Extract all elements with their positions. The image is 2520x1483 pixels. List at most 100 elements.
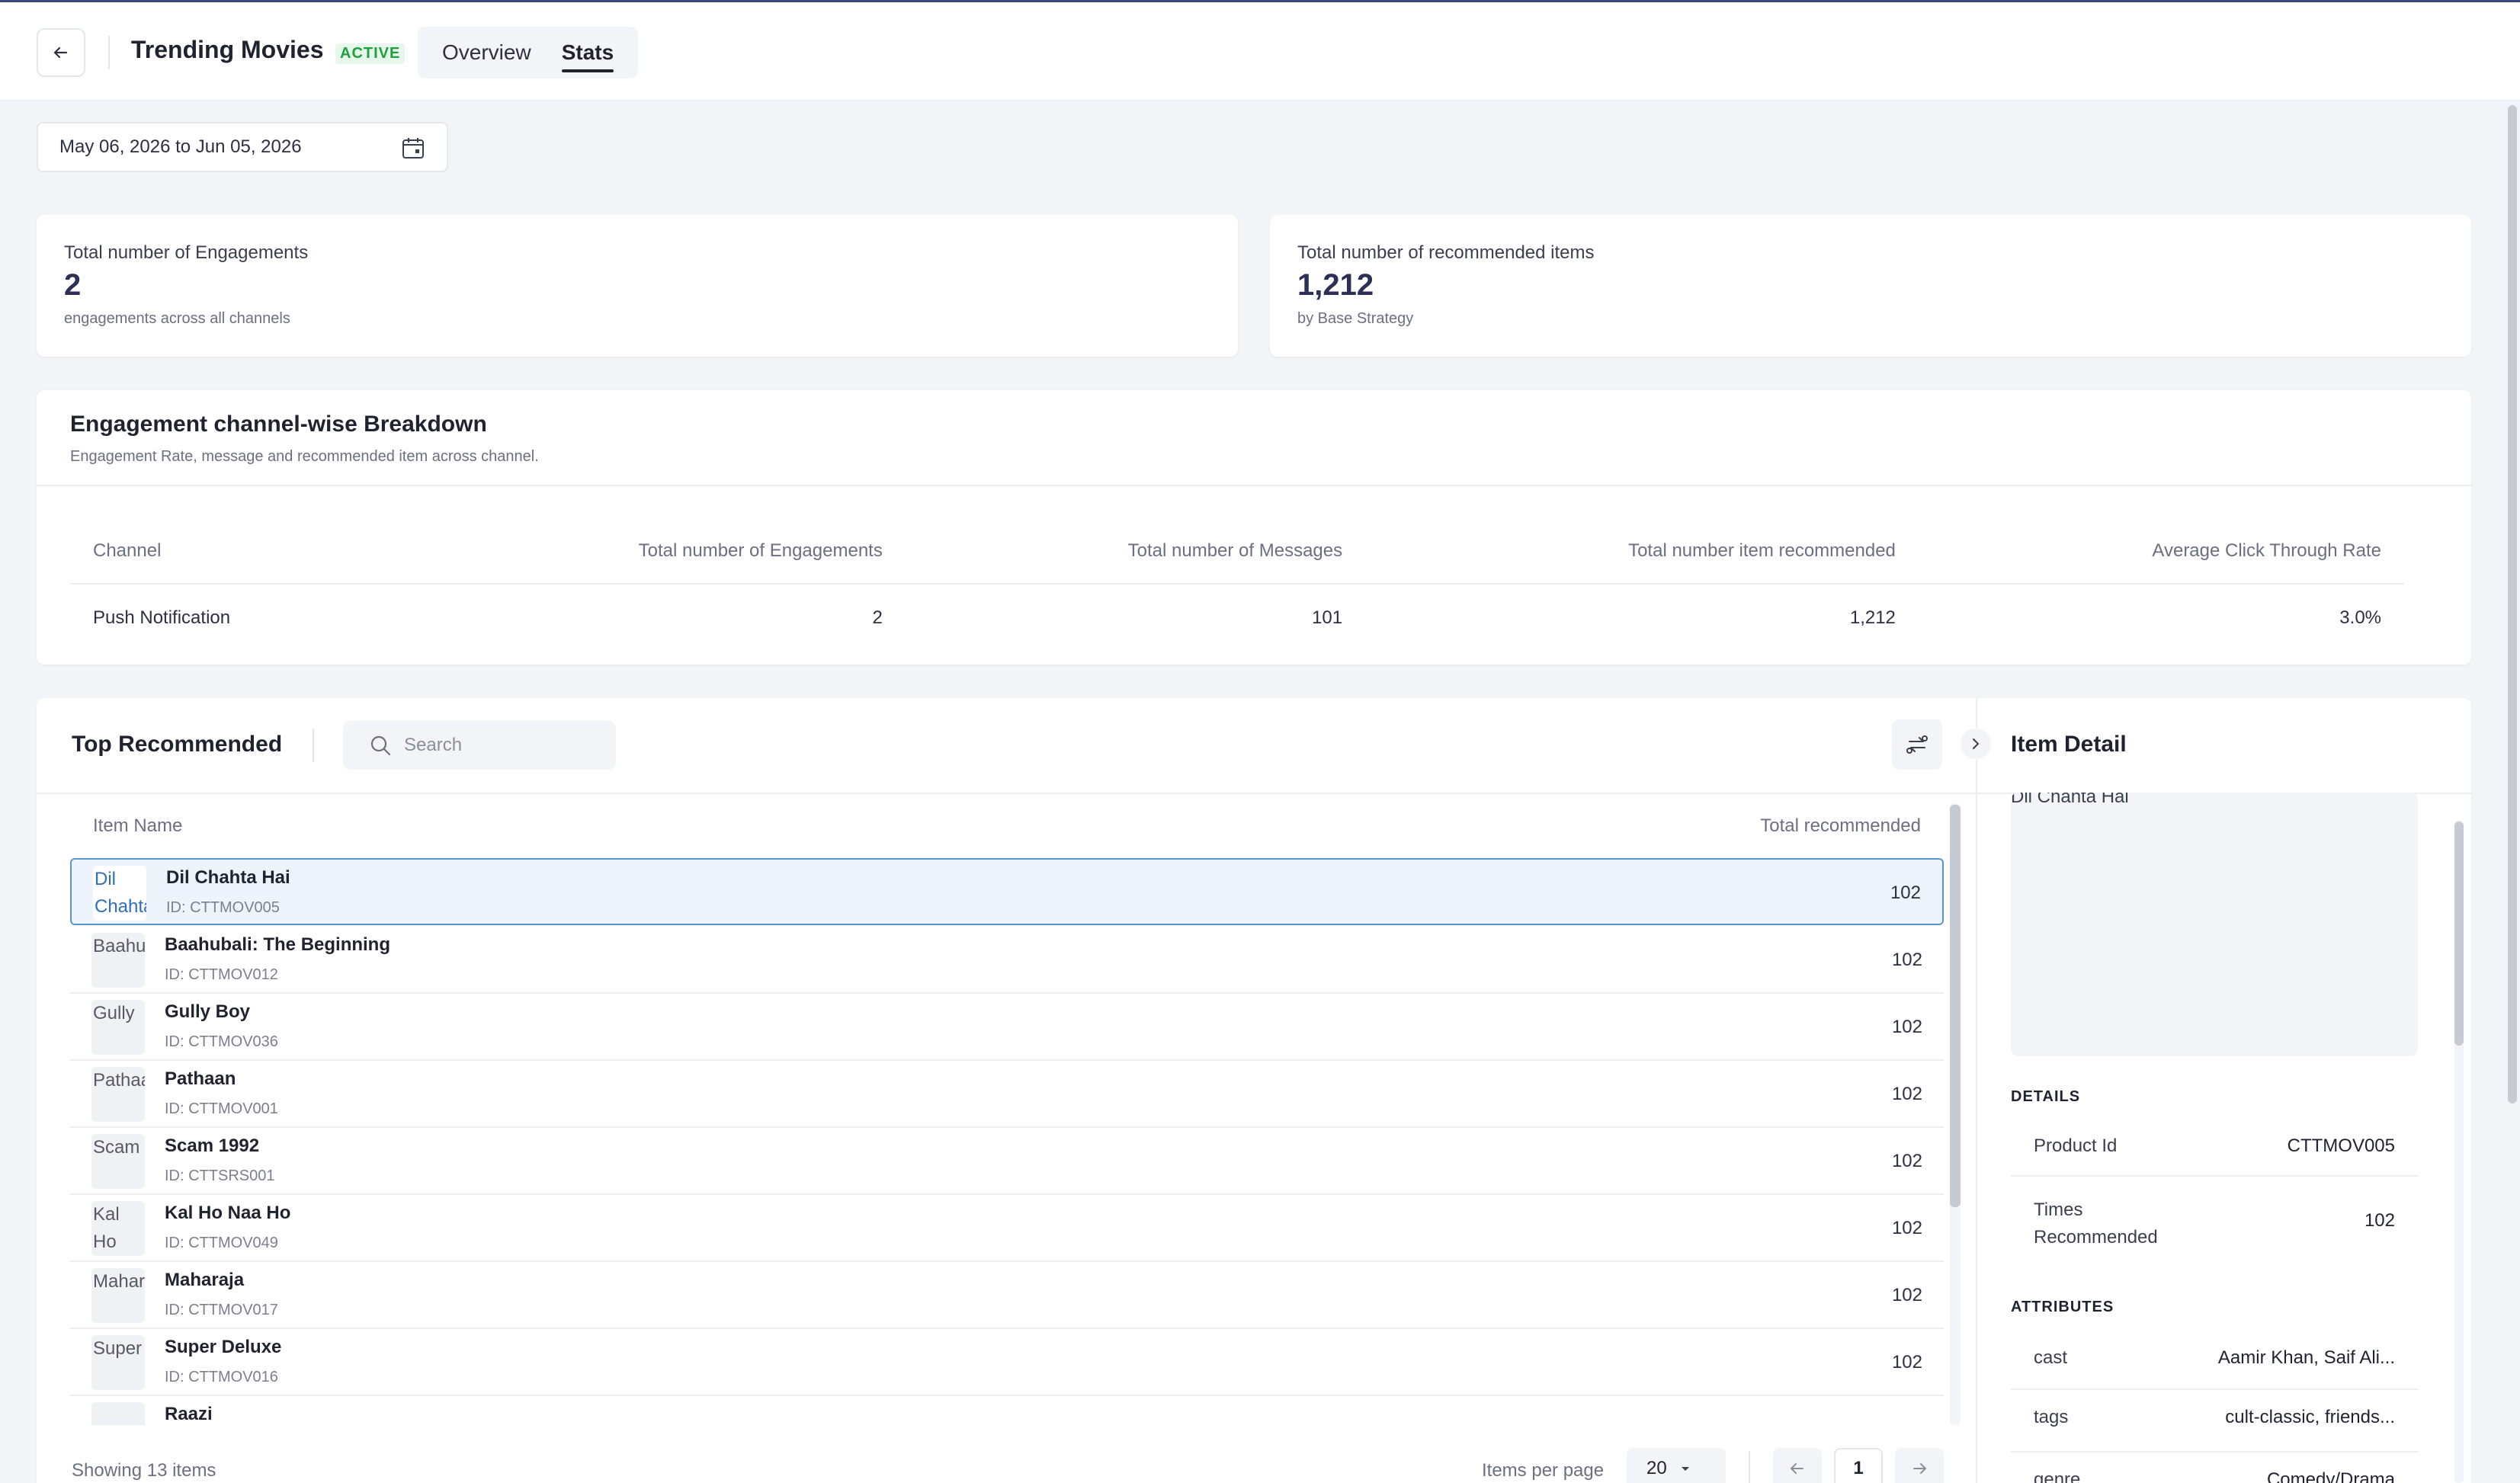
tab-stats[interactable]: Stats	[547, 27, 629, 78]
divider	[108, 36, 110, 69]
recommended-sub: by Base Strategy	[1297, 310, 1414, 327]
attribute-key: genre	[2034, 1469, 2081, 1483]
table-row: Push Notification 2 101 1,212 3.0%	[70, 584, 2404, 651]
showing-count: Showing 13 items	[72, 1460, 216, 1481]
attribute-row-cast: cast Aamir Khan, Saif Ali...	[2011, 1331, 2418, 1390]
product-id-value: CTTMOV005	[2287, 1135, 2395, 1156]
ctr-cell: 3.0%	[2339, 607, 2381, 628]
list-item[interactable]: Gully Gully Boy ID: CTTMOV036 102	[70, 994, 1944, 1061]
list-item[interactable]: Kal Ho Kal Ho Naa Ho ID: CTTMOV049 102	[70, 1195, 1944, 1262]
arrow-left-icon	[53, 46, 68, 59]
search-icon	[370, 735, 391, 756]
recommended-card: Total number of recommended items 1,212 …	[1270, 215, 2471, 357]
list-item[interactable]: Baahu Baahubali: The Beginning ID: CTTMO…	[70, 927, 1944, 994]
chevron-right-icon	[1973, 738, 1980, 749]
items-per-page-select[interactable]: 20	[1627, 1448, 1726, 1483]
item-detail-title: Item Detail	[2011, 732, 2127, 757]
recommended-value: 1,212	[1297, 268, 1374, 302]
engagements-sub: engagements across all channels	[64, 310, 290, 327]
table-header-row: Channel Total number of Engagements Tota…	[70, 518, 2404, 585]
arrow-left-icon	[1790, 1463, 1803, 1474]
item-count: 102	[1891, 950, 1922, 970]
item-thumbnail: Pathaa	[91, 1067, 145, 1122]
divider	[1749, 1451, 1750, 1483]
list-item[interactable]: Super Super Deluxe ID: CTTMOV016 102	[70, 1329, 1944, 1396]
item-id: ID: CTTSRS001	[165, 1168, 275, 1184]
attribute-row-genre: genre Comedy/Drama	[2011, 1453, 2418, 1483]
tab-overview[interactable]: Overview	[427, 27, 547, 78]
top-recommended-title: Top Recommended	[72, 732, 283, 757]
search-input[interactable]: Search	[343, 721, 616, 770]
list-item[interactable]: Scam Scam 1992 ID: CTTSRS001 102	[70, 1128, 1944, 1195]
caret-down-icon	[1681, 1467, 1689, 1471]
page-title: Trending Movies	[131, 36, 324, 63]
swap-button[interactable]	[1892, 719, 1942, 770]
item-count: 102	[1891, 1017, 1922, 1037]
item-name: Gully Boy	[165, 1001, 251, 1022]
page-scrollbar-thumb[interactable]	[2508, 105, 2517, 1103]
item-id: ID: CTTMOV049	[165, 1235, 278, 1251]
attribute-key: tags	[2034, 1407, 2069, 1427]
product-id-label: Product Id	[2034, 1135, 2118, 1156]
engagements-label: Total number of Engagements	[64, 242, 309, 263]
column-header: Total number of Engagements	[393, 518, 906, 585]
item-name: Maharaja	[165, 1270, 245, 1290]
times-recommended-row: Times Recommended 102	[2011, 1177, 2418, 1264]
item-count: 102	[1891, 1352, 1922, 1372]
collapse-panel-button[interactable]	[1961, 729, 1991, 759]
attribute-key: cast	[2034, 1347, 2068, 1368]
item-thumbnail: Scam	[91, 1134, 145, 1189]
recommended-label: Total number of recommended items	[1297, 242, 1595, 263]
items-cell: 1,212	[1849, 607, 1896, 628]
item-name: Scam 1992	[165, 1135, 260, 1156]
item-id: ID: CTTMOV017	[165, 1302, 278, 1318]
item-id: ID: CTTMOV012	[165, 966, 278, 983]
list-item[interactable]: Mahar Maharaja ID: CTTMOV017 102	[70, 1262, 1944, 1329]
prev-page-button[interactable]	[1773, 1448, 1822, 1483]
item-count: 102	[1891, 1285, 1922, 1305]
attribute-value: Aamir Khan, Saif Ali...	[2217, 1347, 2395, 1368]
list-item[interactable]: Dil Chahta Dil Chahta Hai ID: CTTMOV005 …	[70, 858, 1944, 925]
top-bar: Trending Movies ACTIVE Overview Stats	[0, 0, 2520, 101]
item-count: 102	[1891, 1151, 1922, 1171]
swap-arrows-icon	[1906, 735, 1928, 754]
item-id: ID: CTTMOV016	[165, 1369, 278, 1385]
times-recommended-label: Times Recommended	[2034, 1200, 2158, 1248]
current-page[interactable]: 1	[1834, 1448, 1883, 1483]
item-thumbnail: Mahar	[91, 1268, 145, 1323]
breakdown-subtitle: Engagement Rate, message and recommended…	[70, 448, 539, 465]
item-id: ID: CTTMOV005	[166, 899, 280, 916]
detail-panel-divider	[1976, 698, 1977, 1483]
column-header: Total number of Messages	[905, 518, 1366, 585]
list-scrollbar-thumb[interactable]	[1950, 805, 1961, 1207]
item-thumbnail: Super	[91, 1335, 145, 1390]
item-count: 102	[1890, 882, 1921, 903]
column-header: Total number item recommended	[1365, 518, 1919, 585]
item-list: Dil Chahta Dil Chahta Hai ID: CTTMOV005 …	[0, 858, 1951, 1425]
attribute-row-tags: tags cult-classic, friends...	[2011, 1390, 2418, 1453]
list-item[interactable]: Raazi	[70, 1396, 1944, 1425]
date-range-picker[interactable]: May 06, 2026 to Jun 05, 2026	[37, 122, 448, 172]
channel-cell: Push Notification	[93, 607, 231, 628]
back-button[interactable]	[37, 28, 85, 77]
detail-scrollbar-thumb[interactable]	[2454, 822, 2464, 1046]
item-thumbnail: Gully	[91, 1000, 145, 1055]
item-name: Super Deluxe	[165, 1337, 282, 1357]
attributes-label: ATTRIBUTES	[2011, 1299, 2114, 1315]
status-badge: ACTIVE	[335, 43, 406, 64]
arrow-right-icon	[1913, 1463, 1927, 1474]
divider	[313, 729, 314, 762]
item-thumbnail	[91, 1402, 145, 1425]
next-page-button[interactable]	[1895, 1448, 1944, 1483]
divider	[37, 485, 2471, 486]
date-range-value: May 06, 2026 to Jun 05, 2026	[59, 136, 302, 157]
list-item[interactable]: Pathaa Pathaan ID: CTTMOV001 102	[70, 1061, 1944, 1128]
breakdown-table: Channel Total number of Engagements Tota…	[70, 518, 2404, 651]
item-image: Dil Chahta Hai	[2011, 793, 2418, 1056]
engagements-cell: 2	[872, 607, 883, 628]
item-count: 102	[1891, 1218, 1922, 1238]
column-header: Channel	[70, 518, 394, 585]
engagements-value: 2	[64, 268, 82, 302]
attribute-value: cult-classic, friends...	[2225, 1407, 2395, 1427]
total-recommended-header: Total recommended	[1760, 815, 1921, 836]
